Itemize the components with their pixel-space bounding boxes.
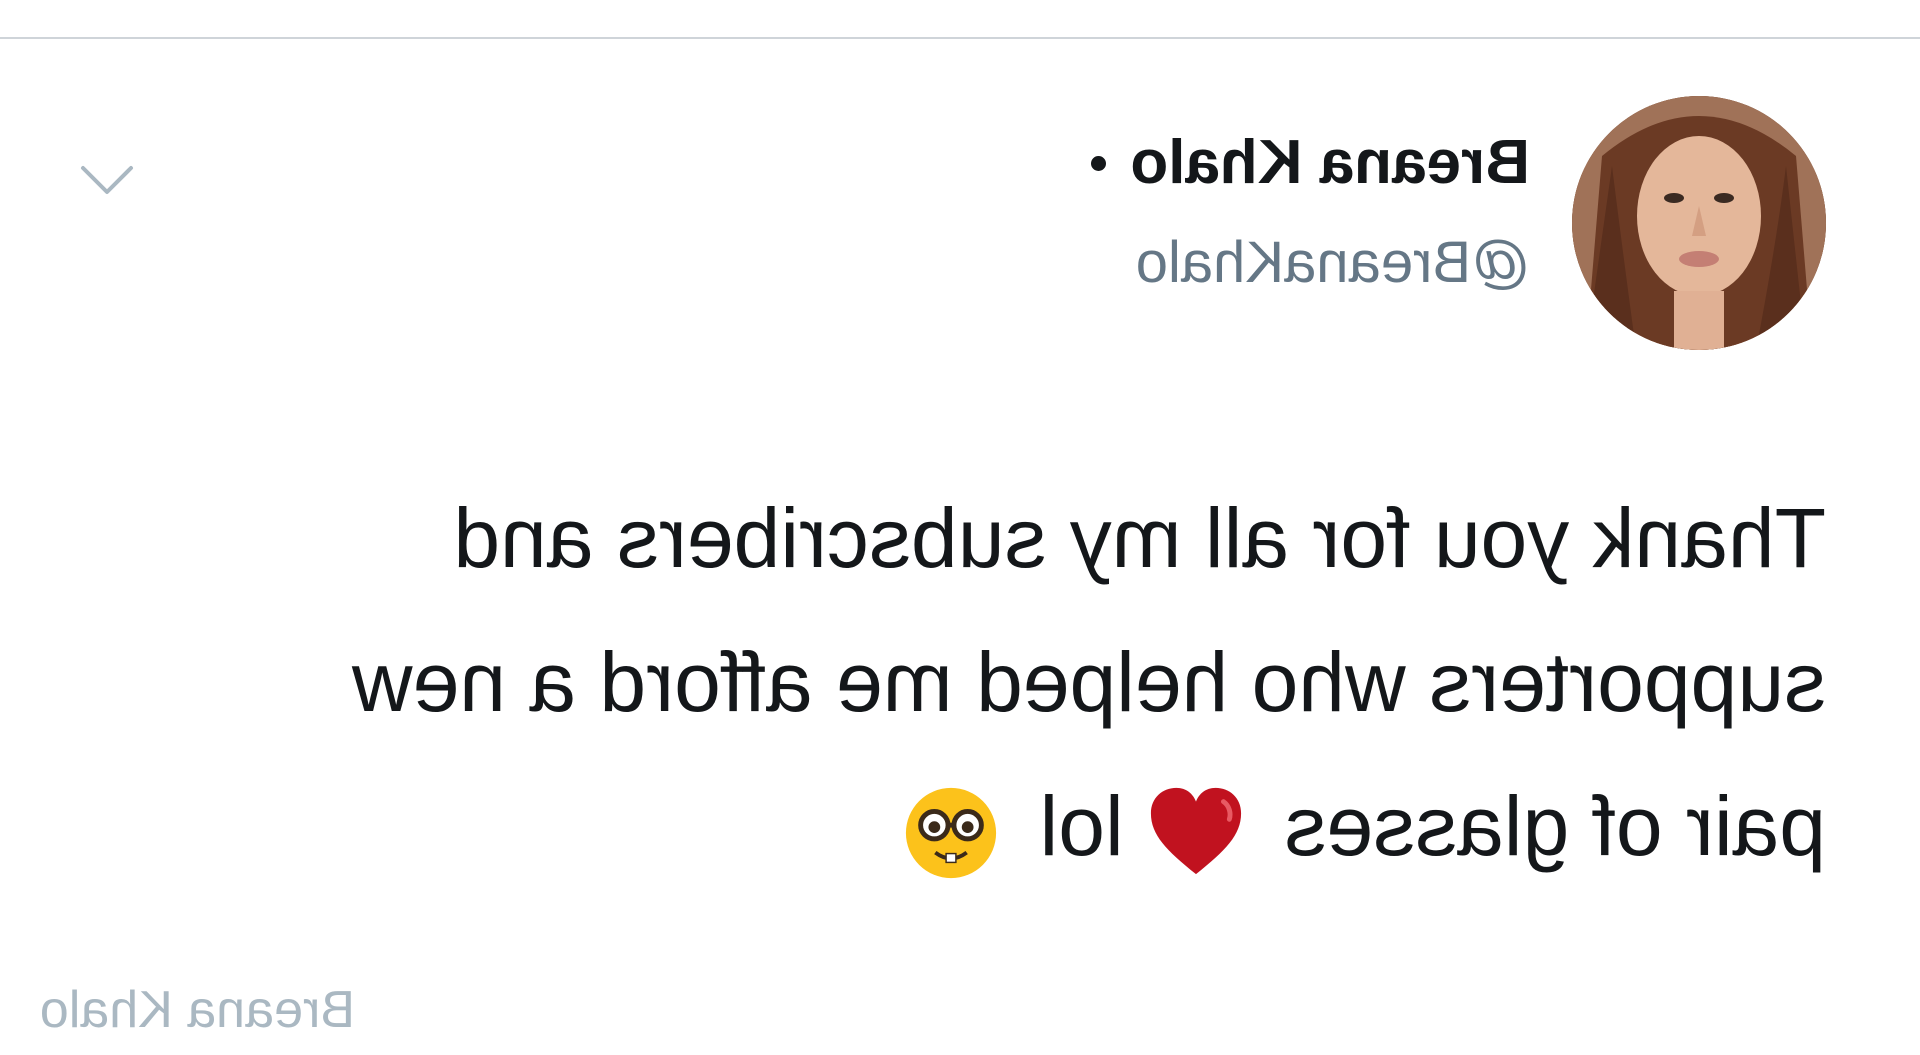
- tweet-text-line-part: pair of glasses: [1284, 779, 1826, 873]
- tweet-text-line: supporters who helped me afford a new: [351, 635, 1826, 729]
- author-name-row[interactable]: Breana Khalo: [1091, 128, 1530, 197]
- heart-icon: [1150, 787, 1242, 874]
- author-handle[interactable]: @BreanaKhalo: [1136, 230, 1530, 295]
- separator-dot: [1091, 155, 1107, 171]
- tweet-text-line: Thank you for all my subscribers and: [453, 491, 1826, 585]
- avatar[interactable]: [1572, 96, 1826, 350]
- tweet-text-tail: lol: [1039, 779, 1124, 873]
- tweet-card: Breana Khalo @BreanaKhalo Thank you for …: [0, 0, 1920, 1055]
- display-name[interactable]: Breana Khalo: [1130, 128, 1530, 197]
- chevron-down-icon[interactable]: [77, 160, 137, 200]
- tweet-text-line: pair of glasses lol: [126, 754, 1826, 898]
- footer-attribution: Breana Khalo: [39, 981, 355, 1039]
- top-divider: [0, 37, 1920, 39]
- profile-photo: [1572, 96, 1826, 350]
- nerd-face-icon: [906, 787, 997, 878]
- tweet-text: Thank you for all my subscribers and sup…: [126, 466, 1826, 898]
